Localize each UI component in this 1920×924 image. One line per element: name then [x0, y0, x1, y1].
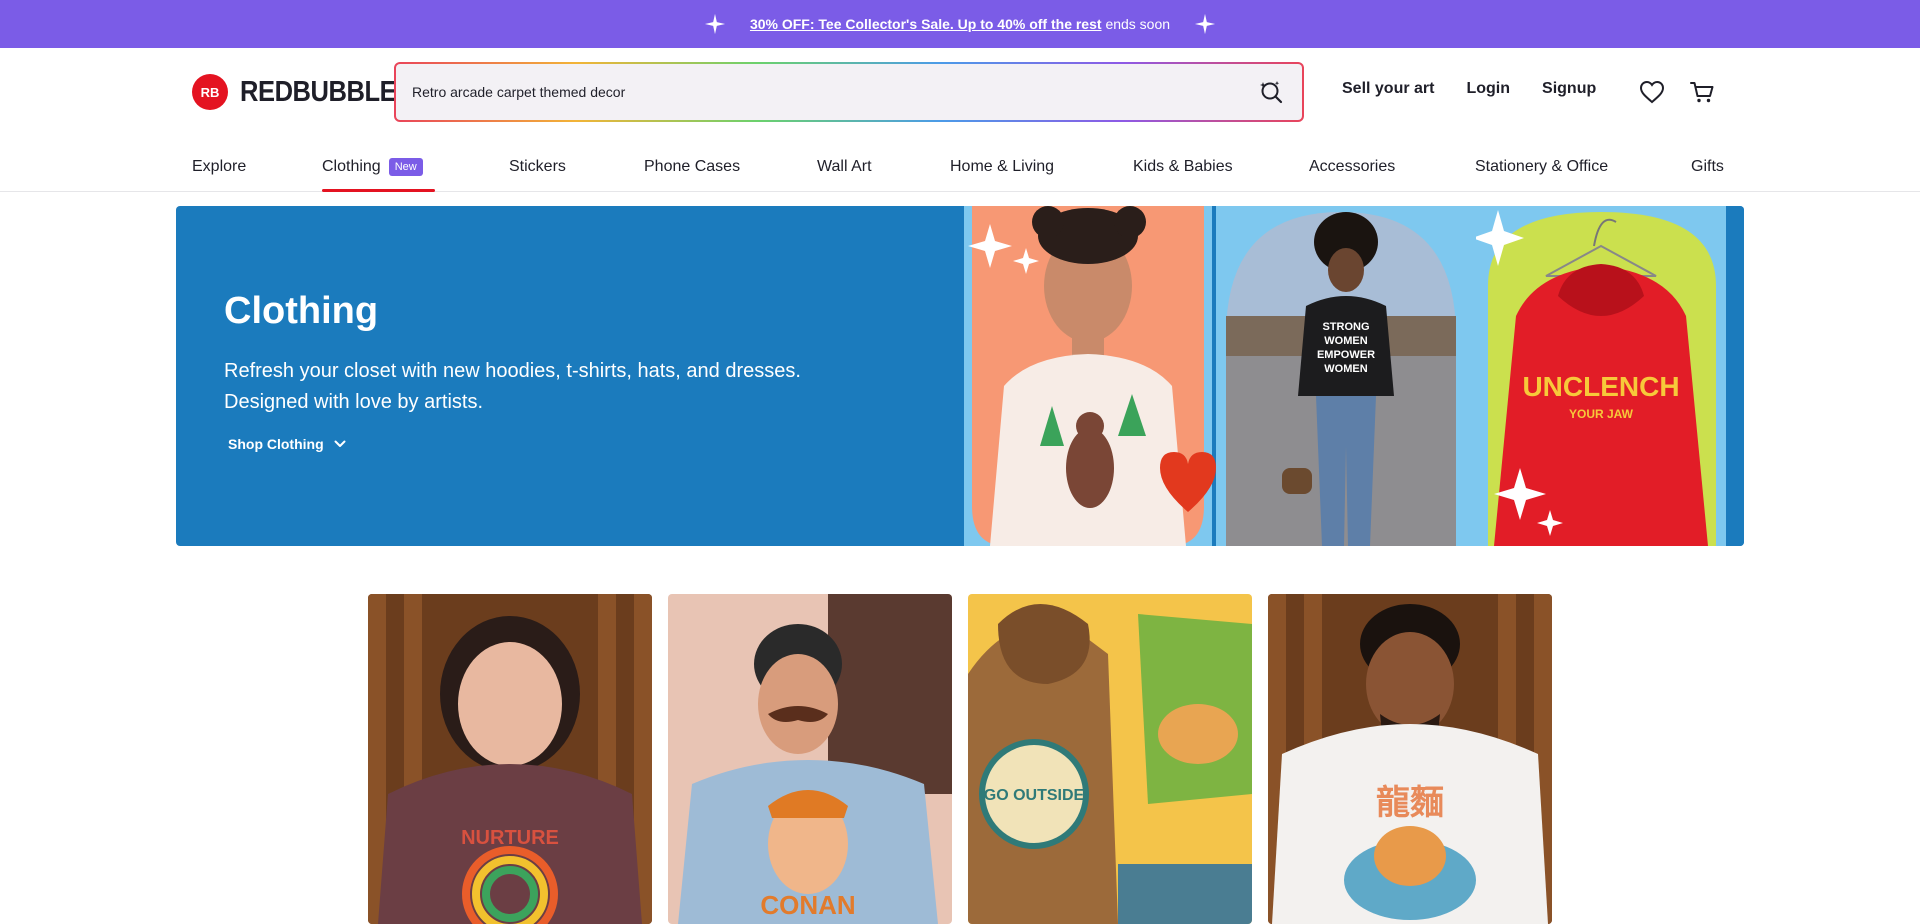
hero-image-bigfoot-tee — [960, 206, 1216, 546]
svg-text:YOUR JAW: YOUR JAW — [1569, 407, 1634, 421]
site-header: RB REDBUBBLE Sell your art Login Signup — [0, 48, 1920, 138]
promo-text: 30% OFF: Tee Collector's Sale. Up to 40%… — [750, 16, 1170, 32]
search-input[interactable] — [412, 84, 1256, 100]
svg-text:WOMEN: WOMEN — [1324, 363, 1367, 375]
hero-description-line: Designed with love by artists. — [224, 391, 484, 413]
shop-clothing-link[interactable]: Shop Clothing — [228, 436, 346, 452]
new-badge: New — [388, 158, 423, 176]
nav-item-label: Kids & Babies — [1133, 158, 1233, 175]
sparkle-icon — [1194, 13, 1216, 35]
search-icon — [1260, 81, 1283, 104]
login-link[interactable]: Login — [1466, 80, 1510, 98]
nav-item-label: Phone Cases — [644, 158, 741, 175]
hero-title: Clothing — [224, 290, 379, 332]
product-tile-conan[interactable]: CONAN — [668, 594, 952, 924]
heart-icon — [1639, 80, 1665, 104]
logo-text: REDBUBBLE — [240, 75, 397, 108]
nav-item-label: Home & Living — [950, 158, 1055, 175]
nav-item-label: Explore — [192, 158, 247, 175]
cart-icon — [1690, 82, 1714, 103]
header-links: Sell your art Login Signup — [1342, 80, 1628, 98]
search-bar — [394, 62, 1304, 122]
product-image: NURTURE — [368, 594, 652, 924]
nav-item-phone-cases[interactable]: Phone Cases — [644, 156, 740, 178]
chevron-down-icon — [334, 440, 346, 447]
nav-item-explore[interactable]: Explore — [192, 156, 246, 178]
product-image: 龍麵 — [1268, 594, 1552, 924]
svg-text:GO OUTSIDE: GO OUTSIDE — [984, 787, 1085, 804]
search-button[interactable] — [1256, 77, 1286, 107]
product-tile-go-outside[interactable]: GO OUTSIDE — [968, 594, 1252, 924]
promo-suffix: ends soon — [1105, 16, 1171, 32]
clothing-tiles: NURTURE CONAN GO OUTSIDE 龍麵 — [368, 594, 1552, 924]
hero-description-line: Refresh your closet with new hoodies, t-… — [224, 360, 801, 382]
product-image: GO OUTSIDE — [968, 594, 1252, 924]
product-tile-nurture[interactable]: NURTURE — [368, 594, 652, 924]
wishlist-button[interactable] — [1638, 78, 1666, 106]
sell-your-art-link[interactable]: Sell your art — [1342, 80, 1434, 98]
nav-item-kids-babies[interactable]: Kids & Babies — [1133, 156, 1233, 178]
active-nav-indicator — [322, 189, 435, 192]
shop-clothing-label: Shop Clothing — [228, 436, 324, 452]
nav-item-label: Stationery & Office — [1475, 158, 1609, 175]
svg-text:NURTURE: NURTURE — [461, 827, 559, 849]
logo-mark: RB — [192, 74, 228, 110]
nav-item-accessories[interactable]: Accessories — [1309, 156, 1395, 178]
svg-text:EMPOWER: EMPOWER — [1317, 349, 1375, 361]
nav-item-stationery-office[interactable]: Stationery & Office — [1475, 156, 1608, 178]
logo[interactable]: RB REDBUBBLE — [192, 74, 418, 110]
svg-text:CONAN: CONAN — [760, 890, 855, 920]
svg-text:STRONG: STRONG — [1322, 321, 1369, 333]
hero-image-unclench-hoodie: UNCLENCH YOUR JAW — [1476, 206, 1744, 546]
promo-link[interactable]: 30% OFF: Tee Collector's Sale. Up to 40%… — [750, 16, 1102, 32]
product-tile-dragon-noodle[interactable]: 龍麵 — [1268, 594, 1552, 924]
signup-link[interactable]: Signup — [1542, 80, 1596, 98]
sparkle-icon — [704, 13, 726, 35]
cart-button[interactable] — [1688, 78, 1716, 106]
nav-item-label: Stickers — [509, 158, 566, 175]
nav-item-label: Wall Art — [817, 158, 872, 175]
svg-text:龍麵: 龍麵 — [1376, 783, 1444, 823]
category-nav: Explore Clothing New Stickers Phone Case… — [0, 138, 1920, 192]
nav-item-clothing[interactable]: Clothing New — [322, 156, 423, 178]
nav-item-gifts[interactable]: Gifts — [1691, 156, 1724, 178]
promo-banner: 30% OFF: Tee Collector's Sale. Up to 40%… — [0, 0, 1920, 48]
nav-item-stickers[interactable]: Stickers — [509, 156, 566, 178]
nav-item-home-living[interactable]: Home & Living — [950, 156, 1054, 178]
search-box — [396, 64, 1302, 120]
nav-item-label: Clothing — [322, 158, 381, 175]
svg-text:WOMEN: WOMEN — [1324, 335, 1367, 347]
product-image: CONAN — [668, 594, 952, 924]
nav-item-label: Accessories — [1309, 158, 1396, 175]
nav-item-wall-art[interactable]: Wall Art — [817, 156, 872, 178]
nav-item-label: Gifts — [1691, 158, 1724, 175]
hero-image-empower-hoodie: STRONG WOMEN EMPOWER WOMEN — [1216, 206, 1476, 546]
hero-banner: Clothing Refresh your closet with new ho… — [176, 206, 1744, 546]
hero-description: Refresh your closet with new hoodies, t-… — [224, 356, 904, 418]
svg-text:UNCLENCH: UNCLENCH — [1522, 371, 1679, 402]
